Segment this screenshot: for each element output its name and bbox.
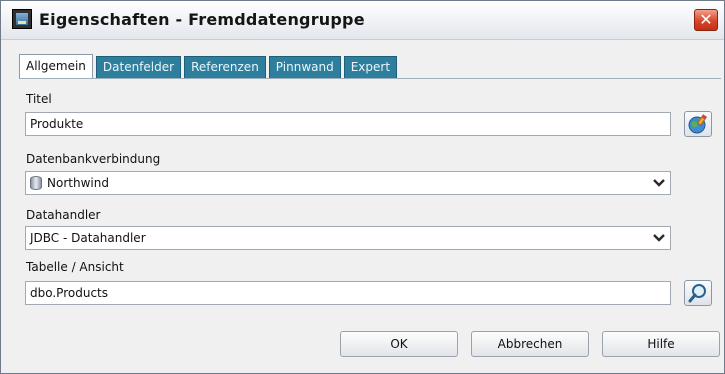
magnifier-icon	[688, 284, 706, 303]
titel-field[interactable]: Produkte	[25, 112, 671, 136]
titel-translate-button[interactable]	[684, 111, 712, 137]
table-view-field[interactable]: dbo.Products	[25, 281, 671, 305]
titel-label: Titel	[26, 92, 52, 106]
globe-pencil-icon	[688, 114, 708, 134]
datahandler-select[interactable]: JDBC - Datahandler	[25, 226, 671, 250]
table-view-label: Tabelle / Ansicht	[26, 260, 124, 274]
database-icon	[30, 176, 42, 190]
tab-datenfelder[interactable]: Datenfelder	[95, 56, 182, 78]
db-connection-label: Datenbankverbindung	[26, 152, 161, 166]
db-connection-select[interactable]: Northwind	[25, 171, 671, 195]
title-bar[interactable]: Eigenschaften - Fremddatengruppe ✕	[1, 1, 724, 40]
chevron-down-icon[interactable]	[652, 177, 666, 189]
tab-allgemein[interactable]: Allgemein	[19, 54, 93, 78]
help-button[interactable]: Hilfe	[602, 331, 720, 357]
properties-dialog: Eigenschaften - Fremddatengruppe ✕ Allge…	[0, 0, 725, 374]
datahandler-label: Datahandler	[26, 208, 101, 222]
close-button[interactable]: ✕	[694, 9, 718, 31]
app-icon	[12, 9, 32, 29]
tab-pinnwand[interactable]: Pinnwand	[268, 56, 341, 78]
cancel-button[interactable]: Abbrechen	[471, 331, 589, 357]
tab-bar: Allgemein Datenfelder Referenzen Pinnwan…	[19, 54, 398, 78]
close-icon: ✕	[699, 10, 713, 29]
tab-referenzen[interactable]: Referenzen	[184, 56, 266, 78]
tab-expert[interactable]: Expert	[343, 56, 398, 78]
chevron-down-icon[interactable]	[652, 232, 666, 244]
datahandler-value: JDBC - Datahandler	[30, 231, 146, 245]
window-title: Eigenschaften - Fremddatengruppe	[39, 10, 365, 29]
ok-button[interactable]: OK	[340, 331, 458, 357]
table-search-button[interactable]	[684, 280, 712, 306]
db-connection-value: Northwind	[47, 176, 109, 190]
